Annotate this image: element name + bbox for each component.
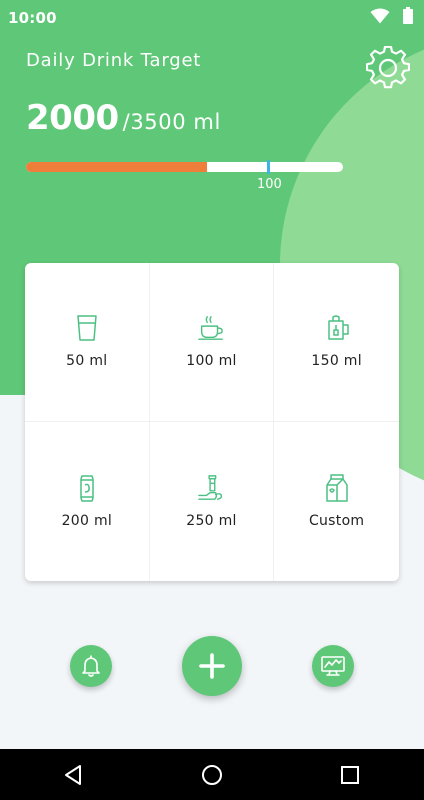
cup-label: 100 ml [186,353,237,369]
cup-label: 150 ml [311,353,362,369]
status-bar: 10:00 [0,0,424,34]
battery-icon [403,7,413,24]
plus-icon [199,653,225,679]
milk-carton-icon [325,473,348,502]
system-nav-bar [0,749,424,800]
cup-option-150[interactable]: 150 ml [274,263,399,422]
recents-icon[interactable] [338,763,362,787]
home-icon[interactable] [200,763,224,787]
progress-bar [26,162,343,172]
coffee-cup-icon [198,316,224,340]
page-title: Daily Drink Target [26,50,202,71]
add-drink-button[interactable] [182,636,242,696]
back-icon[interactable] [62,763,86,787]
intake-summary: 2000/3500 ml [26,98,221,138]
chart-monitor-icon [321,656,345,676]
statistics-button[interactable] [312,645,354,687]
cup-label: 250 ml [186,512,237,529]
cup-option-100[interactable]: 100 ml [149,263,275,422]
reminder-button[interactable] [70,645,112,687]
cup-label: 200 ml [61,512,113,529]
cup-option-50[interactable]: 50 ml [25,263,150,422]
progress-marker-label: 100 [257,177,282,192]
tea-mug-icon [327,315,349,340]
cup-option-200[interactable]: 200 ml [25,422,150,581]
target-intake: /3500 ml [122,110,221,134]
current-intake: 2000 [26,98,119,138]
soda-can-icon [80,474,94,502]
juice-bottle-icon [198,474,223,500]
wifi-icon [370,8,390,24]
water-glass-icon [77,315,97,341]
cup-option-custom[interactable]: Custom [274,422,399,581]
cup-label: 50 ml [66,353,108,369]
gear-icon[interactable] [366,46,410,90]
app-screen: 10:00 Daily Drink Target 2000/3500 ml 10… [0,0,424,800]
bell-icon [82,655,100,677]
progress-fill [26,162,207,172]
cup-label: Custom [308,512,365,529]
cup-option-250[interactable]: 250 ml [150,422,275,581]
status-time: 10:00 [8,9,57,27]
cup-size-grid: 50 ml 100 ml 150 ml 200 ml 250 ml Custom [25,263,399,581]
progress-marker [267,160,270,174]
